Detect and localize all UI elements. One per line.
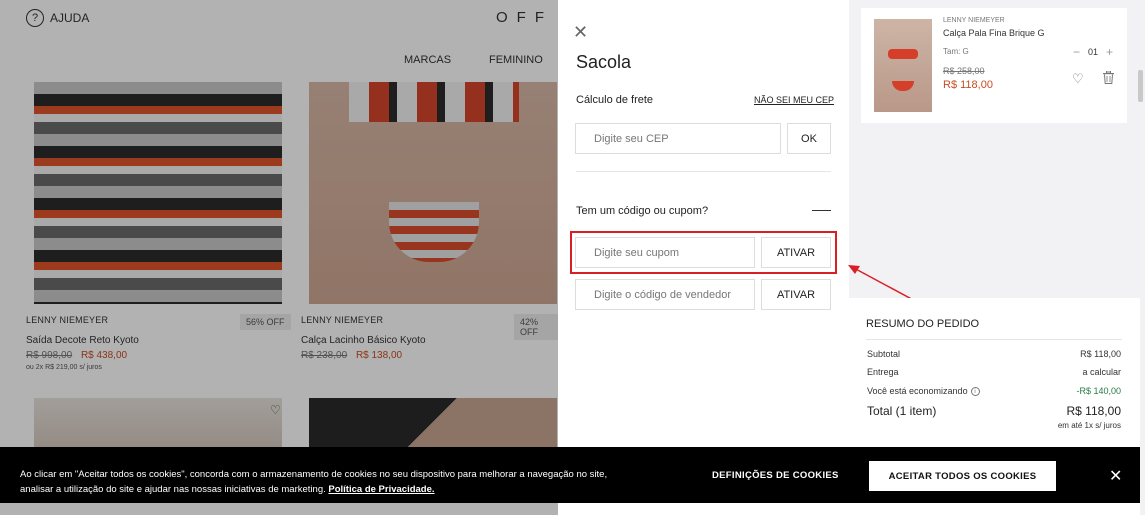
cookie-message: Ao clicar em "Aceitar todos os cookies",… [20,469,608,495]
cep-input[interactable]: Digite seu CEP [575,123,781,154]
savings-row: Você está economizando i [867,386,980,397]
coupon-question[interactable]: Tem um código ou cupom? [576,205,708,217]
total-installments: em até 1x s/ juros [1057,421,1121,430]
cookie-settings-button[interactable]: DEFINIÇÕES DE COOKIES [712,470,839,481]
cookie-text-block: Ao clicar em "Aceitar todos os cookies",… [20,467,640,497]
savings-value: -R$ 140,00 [1076,386,1121,396]
subtotal-value: R$ 118,00 [1080,349,1121,359]
modal-overlay[interactable] [0,0,558,515]
activate-seller-button[interactable]: ATIVAR [761,279,831,310]
quantity-value: 01 [1088,47,1099,57]
heart-icon[interactable]: ♡ [1072,71,1084,87]
cart-item-price: R$ 118,00 [943,79,993,91]
accept-cookies-button[interactable]: ACEITAR TODOS OS COOKIES [869,461,1056,491]
cart-item-size: Tam: G [943,47,969,56]
divider [576,171,831,172]
increase-icon[interactable]: + [1106,45,1113,59]
trash-icon[interactable] [1103,71,1114,84]
total-value: R$ 118,00 [1066,404,1122,418]
bag-title: Sacola [576,52,632,72]
cart-item-brand: LENNY NIEMEYER [943,17,1005,24]
shipping-summary-label: Entrega [867,367,899,377]
coupon-highlight-box [570,231,837,274]
cart-item-old-price: R$ 258,00 [943,66,985,76]
close-icon[interactable]: ✕ [573,23,588,41]
collapse-minus-icon[interactable] [812,210,831,211]
shipping-summary-value: a calcular [1082,367,1121,377]
cart-item-name[interactable]: Calça Pala Fina Brique G [943,28,1045,38]
summary-title: RESUMO DO PEDIDO [866,318,980,330]
cart-item-thumbnail[interactable] [874,19,932,112]
seller-code-input[interactable]: Digite o código de vendedor [575,279,755,310]
cep-ok-button[interactable]: OK [787,123,831,154]
divider [866,339,1122,340]
shipping-label: Cálculo de frete [576,94,654,106]
subtotal-label: Subtotal [867,349,901,359]
total-label: Total (1 item) [867,404,937,418]
cookie-banner: Ao clicar em "Aceitar todos os cookies",… [0,447,1140,503]
scrollbar[interactable] [1138,70,1143,102]
privacy-policy-link[interactable]: Política de Privacidade. [328,484,434,495]
decrease-icon[interactable]: − [1073,45,1080,59]
savings-label: Você está economizando [867,386,968,396]
dont-know-cep-link[interactable]: NÃO SEI MEU CEP [754,95,834,105]
quantity-stepper: − 01 + [1073,45,1113,59]
close-icon[interactable]: ✕ [1109,466,1122,486]
info-icon[interactable]: i [970,387,980,397]
